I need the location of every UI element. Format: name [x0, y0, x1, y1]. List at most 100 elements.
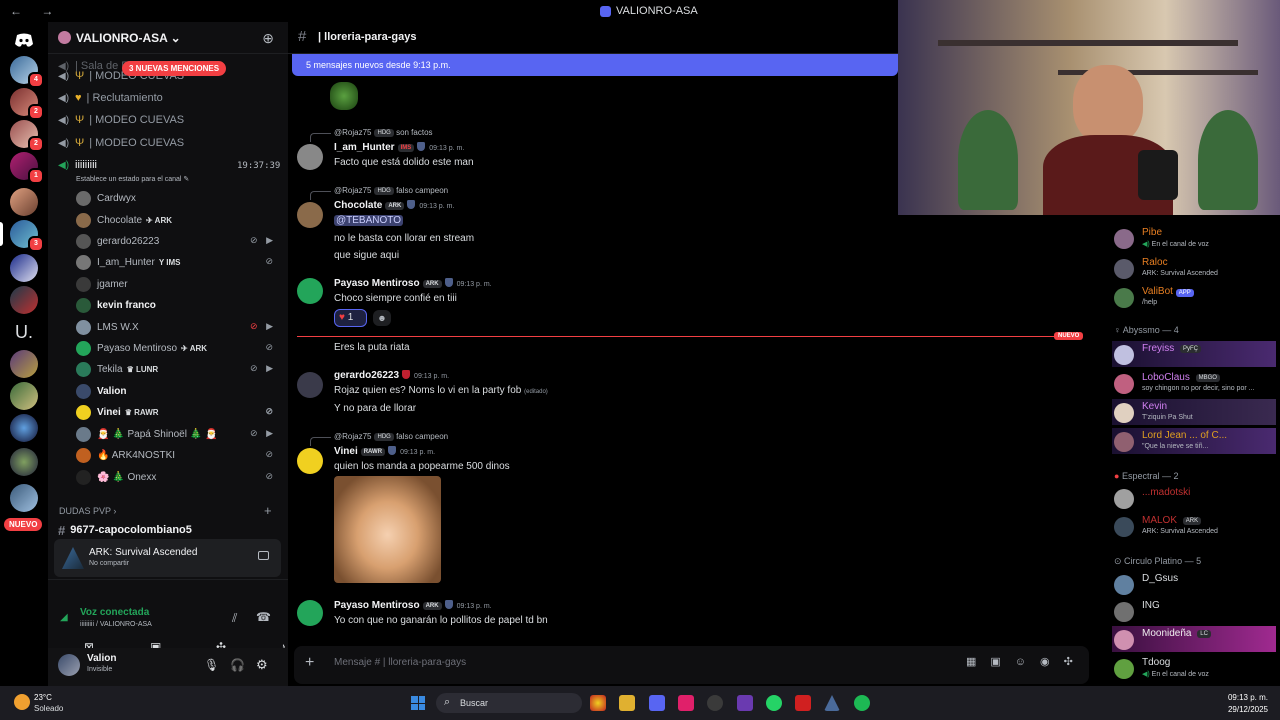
clock-date[interactable]: 29/12/2025: [1228, 705, 1268, 714]
message-composer[interactable]: + Mensaje # | lloreria-para-gays ▦▣☺◉✣: [294, 646, 1089, 684]
member[interactable]: Lord Jean ... of C... "Que la nieve se ti…: [1114, 428, 1276, 454]
windows-start-icon[interactable]: [411, 696, 425, 710]
avatar[interactable]: [297, 372, 323, 398]
taskbar-search[interactable]: ⌕ Buscar: [436, 693, 582, 713]
composer-tools-icon[interactable]: ▦▣☺◉✣: [966, 655, 1087, 668]
voice-user[interactable]: Chocolate ✈ ARK: [76, 210, 280, 230]
settings-gear-icon[interactable]: ⚙: [256, 657, 268, 673]
tiktok-icon[interactable]: [678, 695, 694, 711]
message-author[interactable]: Payaso Mentiroso ARK 09:13 p. m.: [334, 278, 492, 289]
whatsapp-icon[interactable]: [766, 695, 782, 711]
new-servers-pill[interactable]: NUEVO: [4, 518, 43, 531]
attach-plus-icon[interactable]: +: [305, 654, 314, 672]
voice-user[interactable]: Cardwyx: [76, 188, 280, 208]
user-panel[interactable]: Valion Invisible 🎙 🎧 ⚙: [48, 648, 288, 686]
avatar[interactable]: [297, 448, 323, 474]
new-messages-bar[interactable]: 5 mensajes nuevos desde 9:13 p.m.: [292, 54, 898, 76]
server-icon[interactable]: [10, 188, 38, 216]
reply-preview[interactable]: @Rojaz75 HDG falso campeon: [309, 432, 448, 446]
add-member-icon[interactable]: ⊕: [262, 30, 274, 47]
server-icon[interactable]: [10, 484, 38, 512]
server-header[interactable]: VALIONRO-ASA ⌄ ⊕: [48, 22, 288, 54]
message-author[interactable]: I_am_Hunter IMS 09:13 p. m.: [334, 142, 464, 153]
message-input[interactable]: Mensaje # | lloreria-para-gays: [334, 657, 466, 668]
headphones-icon[interactable]: 🎧: [230, 658, 245, 672]
server-icon[interactable]: [10, 414, 38, 442]
reply-preview[interactable]: @Rojaz75 HDG son factos: [310, 128, 433, 142]
category-label[interactable]: DUDAS PVP ›: [59, 506, 116, 516]
voice-user[interactable]: 🎅 🎄 Papá Shinoël 🎄 🎅 ⊘ ▶: [76, 424, 280, 444]
voice-user[interactable]: jgamer: [76, 274, 280, 294]
member[interactable]: Pibe ◀) En el canal de voz: [1114, 225, 1276, 251]
user-mention[interactable]: @TEBANOTO: [334, 215, 403, 226]
server-icon[interactable]: [10, 448, 38, 476]
member[interactable]: LoboClaus MBGO soy chingon no por decir, …: [1114, 370, 1276, 396]
voice-user[interactable]: Payaso Mentiroso ✈ ARK ⊘: [76, 338, 280, 358]
spotify-icon[interactable]: [854, 695, 870, 711]
app-icon[interactable]: [795, 695, 811, 711]
voice-user[interactable]: kevin franco: [76, 295, 280, 315]
voice-user[interactable]: Valion: [76, 381, 280, 401]
discord-icon[interactable]: [649, 695, 665, 711]
message-author[interactable]: Payaso Mentiroso ARK 09:13 p. m.: [334, 600, 492, 611]
voice-user[interactable]: Vinei ♛ RAWR ⊘: [76, 402, 280, 422]
channel-item[interactable]: ◀) Ψ | MODEO CUEVAS: [58, 110, 184, 130]
app-icon[interactable]: [737, 695, 753, 711]
avatar[interactable]: [297, 278, 323, 304]
clock-time[interactable]: 09:13 p. m.: [1228, 693, 1268, 702]
folder-icon[interactable]: [619, 695, 635, 711]
message-author[interactable]: gerardo26223 09:13 p. m.: [334, 370, 449, 381]
chrome-icon[interactable]: [590, 695, 606, 711]
member[interactable]: Tdoog ◀) En el canal de voz: [1114, 655, 1276, 681]
member[interactable]: Kevin T'ziquin Pa Shut: [1114, 399, 1276, 425]
dog-image[interactable]: [334, 476, 441, 583]
voice-user[interactable]: 🌸 🎄 Onexx ⊘: [76, 467, 280, 487]
voice-user[interactable]: 🔥 ARK4NOSTKI ⊘: [76, 445, 280, 465]
add-channel-icon[interactable]: +: [264, 503, 272, 518]
server-icon[interactable]: U.: [10, 318, 38, 346]
avatar[interactable]: [297, 202, 323, 228]
server-name[interactable]: VALIONRO-ASA ⌄: [76, 31, 181, 45]
voice-status-prompt[interactable]: Establece un estado para el canal ✎: [76, 175, 189, 183]
discord-home-icon[interactable]: [10, 26, 38, 54]
voice-user[interactable]: LMS W.X ⊘ ▶: [76, 317, 280, 337]
channel-item[interactable]: ◀) ♥ | Reclutamiento: [58, 88, 163, 108]
member[interactable]: Moonideña LC: [1114, 626, 1276, 652]
server-icon[interactable]: [10, 382, 38, 410]
member[interactable]: D_Gsus: [1114, 571, 1276, 597]
member[interactable]: Freyiss PyFÇ: [1114, 341, 1276, 367]
avatar[interactable]: [297, 144, 323, 170]
channel-item[interactable]: #9677-capocolombiano5: [58, 520, 192, 540]
weather-desc[interactable]: Soleado: [34, 704, 63, 713]
message-author[interactable]: Chocolate ARK 09:13 p. m.: [334, 200, 454, 211]
member[interactable]: ValiBot APP/help: [1114, 284, 1276, 310]
voice-location[interactable]: iiiiiiiii / VALIONRO-ASA: [80, 621, 152, 628]
member[interactable]: MALOK ARK ARK: Survival Ascended: [1114, 513, 1276, 539]
noise-suppression-icon[interactable]: ⫽: [232, 611, 237, 626]
voice-channel[interactable]: ◀) iiiiiiiii: [58, 155, 97, 175]
avatar[interactable]: [297, 600, 323, 626]
voice-user[interactable]: Tekila ♛ LUNR ⊘ ▶: [76, 359, 280, 379]
server-icon[interactable]: [10, 254, 38, 282]
disconnect-icon[interactable]: ☎: [256, 610, 271, 624]
voice-user[interactable]: gerardo26223 ⊘ ▶: [76, 231, 280, 251]
server-icon[interactable]: [10, 286, 38, 314]
channel-item[interactable]: ◀) Ψ | MODEO CUEVAS: [58, 133, 184, 153]
voice-user[interactable]: I_am_Hunter Y IMS ⊘: [76, 252, 280, 272]
reply-preview[interactable]: @Rojaz75 HDG falso campeon: [309, 186, 448, 200]
microphone-icon[interactable]: 🎙: [204, 658, 219, 672]
message-author[interactable]: Vinei RAWR 09:13 p. m.: [334, 446, 435, 457]
screen-share-icon[interactable]: [258, 551, 269, 560]
server-icon[interactable]: [10, 350, 38, 378]
member[interactable]: ...madotski: [1114, 485, 1276, 511]
add-reaction-icon[interactable]: ☻: [373, 310, 391, 326]
member[interactable]: Raloc ARK: Survival Ascended: [1114, 255, 1276, 281]
member[interactable]: ING: [1114, 598, 1276, 624]
nav-arrows[interactable]: ← →: [10, 4, 61, 18]
activity-panel[interactable]: ARK: Survival Ascended No compartir: [54, 539, 281, 577]
reaction-heart[interactable]: ♥ 1: [334, 309, 367, 327]
weather-temp[interactable]: 23°C: [34, 693, 52, 702]
ark-icon[interactable]: [824, 695, 840, 711]
app-icon[interactable]: [707, 695, 723, 711]
mentions-pill[interactable]: 3 NUEVAS MENCIONES: [122, 61, 227, 76]
